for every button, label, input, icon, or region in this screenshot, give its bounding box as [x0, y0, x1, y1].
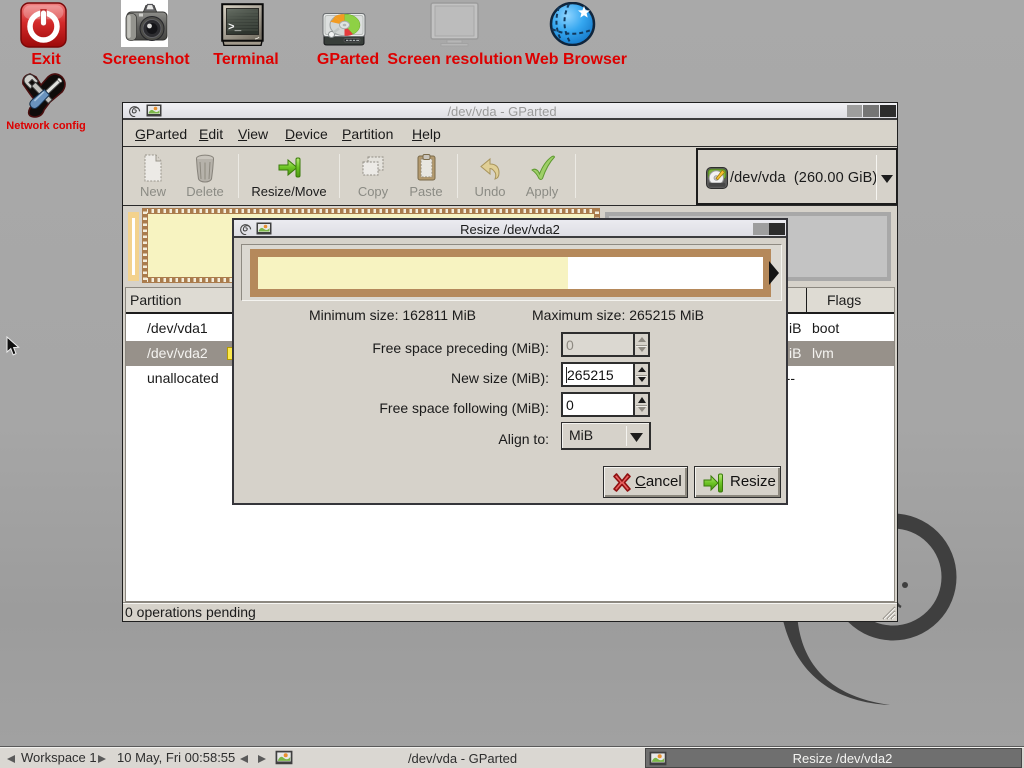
- svg-text:>_: >_: [228, 22, 242, 34]
